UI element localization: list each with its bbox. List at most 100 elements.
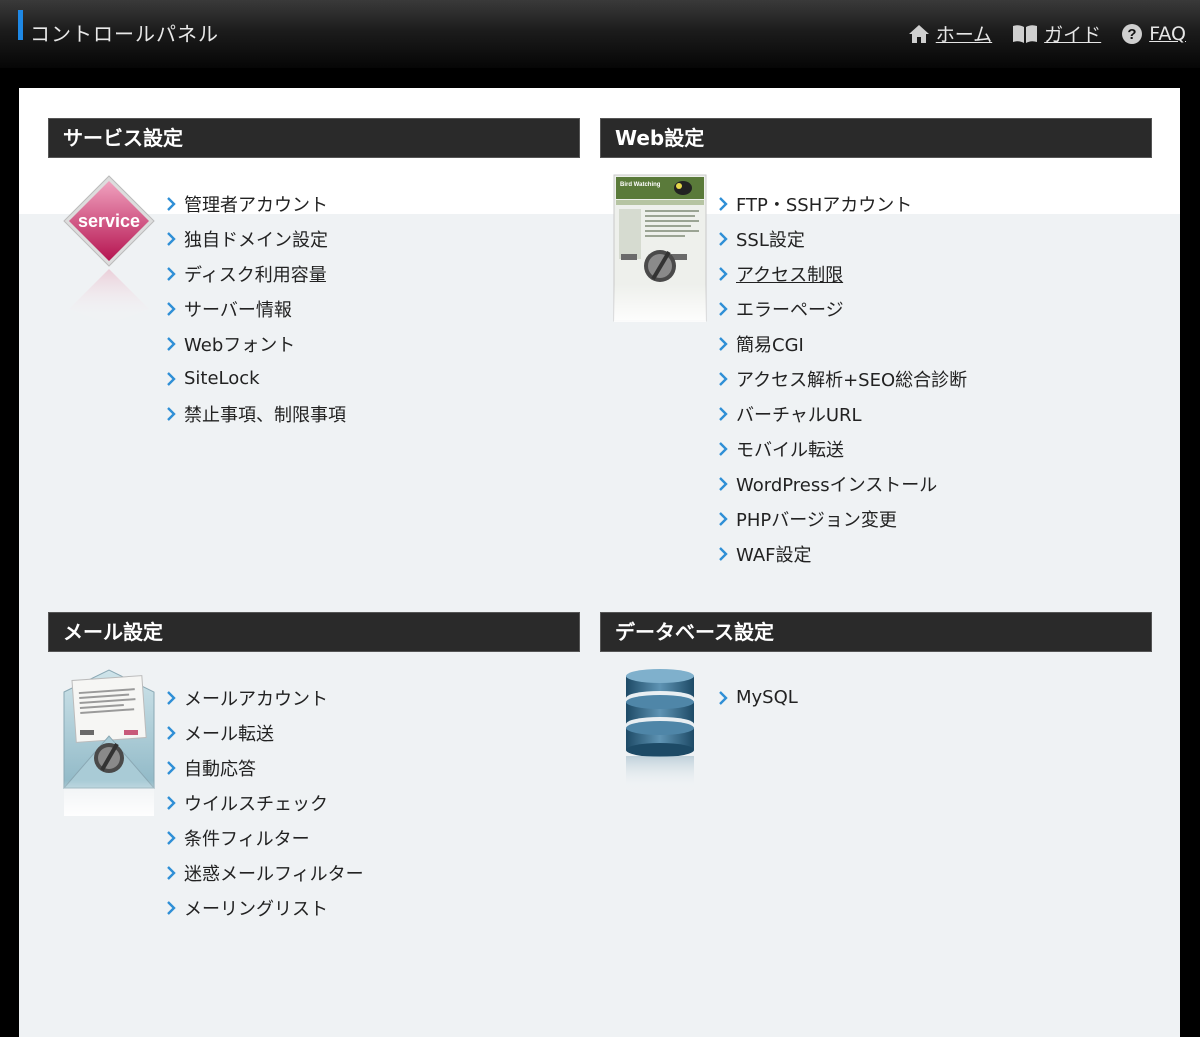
list-item[interactable]: Webフォント bbox=[166, 326, 346, 361]
chevron-right-icon bbox=[167, 231, 176, 246]
list-item-label[interactable]: PHPバージョン変更 bbox=[736, 506, 897, 532]
list-item-label[interactable]: 条件フィルター bbox=[184, 825, 310, 851]
list-item-label[interactable]: WordPressインストール bbox=[736, 471, 937, 497]
section-database: データベース設定 MySQL bbox=[600, 612, 1152, 832]
list-item-label[interactable]: エラーページ bbox=[736, 296, 844, 322]
section-mail: メール設定 メールアカウント メール転送 自動応答 ウイルスチェック 条件フィル… bbox=[48, 612, 580, 932]
list-item-label[interactable]: FTP・SSHアカウント bbox=[736, 191, 912, 217]
list-item[interactable]: モバイル転送 bbox=[718, 431, 967, 466]
list-item[interactable]: SiteLock bbox=[166, 361, 346, 396]
list-item[interactable]: WordPressインストール bbox=[718, 466, 967, 501]
chevron-right-icon bbox=[719, 546, 728, 561]
list-item[interactable]: メールアカウント bbox=[166, 680, 364, 715]
list-item[interactable]: ディスク利用容量 bbox=[166, 256, 346, 291]
nav-guide-label[interactable]: ガイド bbox=[1044, 20, 1101, 47]
list-item-label[interactable]: 独自ドメイン設定 bbox=[184, 226, 328, 252]
chevron-right-icon bbox=[719, 301, 728, 316]
list-item-label[interactable]: 迷惑メールフィルター bbox=[184, 860, 364, 886]
nav-faq-label[interactable]: FAQ bbox=[1149, 23, 1186, 45]
section-mail-header: メール設定 bbox=[48, 612, 580, 652]
list-item[interactable]: メール転送 bbox=[166, 715, 364, 750]
chevron-right-icon bbox=[167, 690, 176, 705]
list-item[interactable]: 管理者アカウント bbox=[166, 186, 346, 221]
chevron-right-icon bbox=[719, 476, 728, 491]
list-item-label[interactable]: 簡易CGI bbox=[736, 331, 804, 357]
list-item[interactable]: サーバー情報 bbox=[166, 291, 346, 326]
section-service: サービス設定 service 管理者アカウント 独自ドメイン設定 ディスク利用容… bbox=[48, 118, 580, 438]
chevron-right-icon bbox=[719, 266, 728, 281]
main-panel: サービス設定 service 管理者アカウント 独自ドメイン設定 ディスク利用容… bbox=[19, 88, 1180, 1037]
chevron-right-icon bbox=[167, 406, 176, 421]
chevron-right-icon bbox=[719, 371, 728, 386]
list-item[interactable]: WAF設定 bbox=[718, 536, 967, 571]
list-item-label[interactable]: ディスク利用容量 bbox=[184, 261, 327, 287]
list-item-label[interactable]: 自動応答 bbox=[184, 755, 256, 781]
list-item-label[interactable]: 管理者アカウント bbox=[184, 191, 328, 217]
list-item[interactable]: アクセス解析+SEO総合診断 bbox=[718, 361, 967, 396]
list-item-label[interactable]: アクセス制限 bbox=[736, 261, 843, 287]
home-icon bbox=[908, 24, 930, 44]
list-item-label[interactable]: モバイル転送 bbox=[736, 436, 844, 462]
list-item-label[interactable]: バーチャルURL bbox=[736, 401, 862, 427]
chevron-right-icon bbox=[167, 795, 176, 810]
web-links: FTP・SSHアカウント SSL設定 アクセス制限 エラーページ 簡易CGI ア… bbox=[718, 186, 967, 571]
list-item-label[interactable]: 禁止事項、制限事項 bbox=[184, 401, 346, 427]
list-item-label[interactable]: Webフォント bbox=[184, 331, 295, 357]
list-item[interactable]: 自動応答 bbox=[166, 750, 364, 785]
title-accent-bar bbox=[18, 10, 23, 40]
chevron-right-icon bbox=[167, 725, 176, 740]
chevron-right-icon bbox=[719, 196, 728, 211]
chevron-right-icon bbox=[719, 441, 728, 456]
help-icon: ? bbox=[1121, 23, 1143, 45]
chevron-right-icon bbox=[167, 196, 176, 211]
list-item[interactable]: PHPバージョン変更 bbox=[718, 501, 967, 536]
nav-faq[interactable]: ? FAQ bbox=[1121, 23, 1186, 45]
chevron-right-icon bbox=[167, 371, 176, 386]
list-item-label[interactable]: ウイルスチェック bbox=[184, 790, 328, 816]
service-icon: service bbox=[62, 174, 156, 324]
list-item[interactable]: MySQL bbox=[718, 680, 798, 715]
chevron-right-icon bbox=[719, 406, 728, 421]
top-bar: コントロールパネル ホーム ガイド ? FAQ bbox=[0, 0, 1200, 68]
service-icon-text: service bbox=[78, 211, 140, 231]
list-item[interactable]: メーリングリスト bbox=[166, 890, 364, 925]
chevron-right-icon bbox=[719, 690, 728, 705]
svg-text:?: ? bbox=[1128, 26, 1137, 43]
list-item[interactable]: 禁止事項、制限事項 bbox=[166, 396, 346, 431]
service-links: 管理者アカウント 独自ドメイン設定 ディスク利用容量 サーバー情報 Webフォン… bbox=[166, 186, 346, 431]
list-item-label[interactable]: WAF設定 bbox=[736, 541, 811, 567]
nav-home[interactable]: ホーム bbox=[908, 20, 992, 47]
chevron-right-icon bbox=[719, 231, 728, 246]
list-item[interactable]: エラーページ bbox=[718, 291, 967, 326]
list-item[interactable]: SSL設定 bbox=[718, 221, 967, 256]
chevron-right-icon bbox=[167, 266, 176, 281]
list-item-label[interactable]: メーリングリスト bbox=[184, 895, 328, 921]
mail-links: メールアカウント メール転送 自動応答 ウイルスチェック 条件フィルター 迷惑メ… bbox=[166, 680, 364, 925]
list-item[interactable]: 条件フィルター bbox=[166, 820, 364, 855]
list-item-label[interactable]: SiteLock bbox=[184, 368, 260, 389]
list-item-label[interactable]: メール転送 bbox=[184, 720, 274, 746]
chevron-right-icon bbox=[167, 900, 176, 915]
list-item-label[interactable]: サーバー情報 bbox=[184, 296, 292, 322]
list-item-label[interactable]: メールアカウント bbox=[184, 685, 328, 711]
database-links: MySQL bbox=[718, 680, 798, 715]
list-item[interactable]: バーチャルURL bbox=[718, 396, 967, 431]
nav-home-label[interactable]: ホーム bbox=[936, 20, 992, 47]
nav-guide[interactable]: ガイド bbox=[1012, 20, 1101, 47]
list-item[interactable]: 独自ドメイン設定 bbox=[166, 221, 346, 256]
chevron-right-icon bbox=[167, 336, 176, 351]
list-item-label[interactable]: MySQL bbox=[736, 687, 798, 708]
list-item[interactable]: FTP・SSHアカウント bbox=[718, 186, 967, 221]
list-item[interactable]: アクセス制限 bbox=[718, 256, 967, 291]
chevron-right-icon bbox=[167, 865, 176, 880]
section-web-header: Web設定 bbox=[600, 118, 1152, 158]
list-item[interactable]: 簡易CGI bbox=[718, 326, 967, 361]
book-icon bbox=[1012, 24, 1038, 44]
chevron-right-icon bbox=[719, 336, 728, 351]
list-item[interactable]: 迷惑メールフィルター bbox=[166, 855, 364, 890]
list-item-label[interactable]: アクセス解析+SEO総合診断 bbox=[736, 366, 967, 392]
mail-envelope-icon bbox=[62, 668, 156, 818]
section-web: Web設定 Bird Watching FTP・SSHアカウント SSL設定 ア… bbox=[600, 118, 1152, 578]
list-item-label[interactable]: SSL設定 bbox=[736, 226, 805, 252]
list-item[interactable]: ウイルスチェック bbox=[166, 785, 364, 820]
